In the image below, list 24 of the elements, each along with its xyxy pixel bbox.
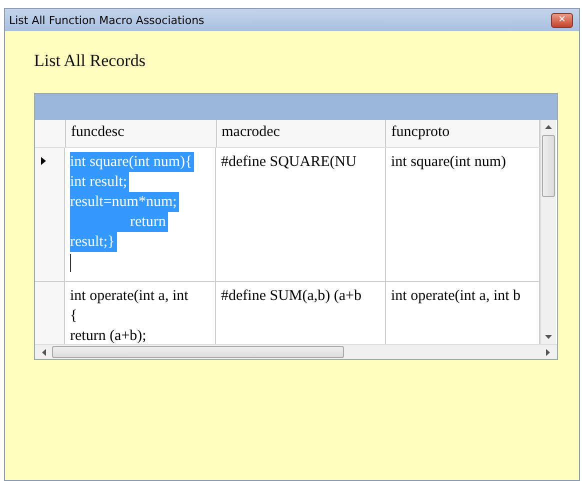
- scroll-down-icon[interactable]: [545, 335, 552, 340]
- window-title: List All Function Macro Associations: [9, 14, 204, 26]
- cell-text-line: int operate(int a, int: [70, 288, 188, 304]
- vertical-scrollbar[interactable]: [540, 120, 556, 344]
- row-header[interactable]: [35, 148, 65, 281]
- scroll-up-icon[interactable]: [545, 124, 552, 129]
- horizontal-scrollbar[interactable]: [35, 344, 557, 359]
- scroll-thumb[interactable]: [542, 135, 555, 197]
- scroll-thumb[interactable]: [52, 346, 344, 358]
- column-header[interactable]: macrodec: [216, 120, 386, 147]
- row-pointer-icon: [41, 157, 46, 165]
- cell-text-line: #define SUM(a,b) (a+b: [221, 288, 362, 304]
- cell-text-line: #define SQUARE(NU: [221, 154, 356, 170]
- cell-text-line: int square(int num): [391, 154, 506, 170]
- page-heading: List All Records: [34, 51, 146, 71]
- scroll-left-icon[interactable]: [41, 348, 46, 356]
- text-caret: [70, 254, 71, 272]
- scroll-right-icon[interactable]: [546, 348, 551, 356]
- cell-text-line: {: [70, 308, 78, 324]
- cell-text-line: int operate(int a, int b: [391, 288, 521, 304]
- table-cell[interactable]: #define SQUARE(NU: [216, 148, 386, 281]
- cell-text-line: return (a+b);: [70, 328, 146, 344]
- column-header[interactable]: funcdesc: [66, 120, 217, 147]
- row-header[interactable]: [35, 282, 65, 344]
